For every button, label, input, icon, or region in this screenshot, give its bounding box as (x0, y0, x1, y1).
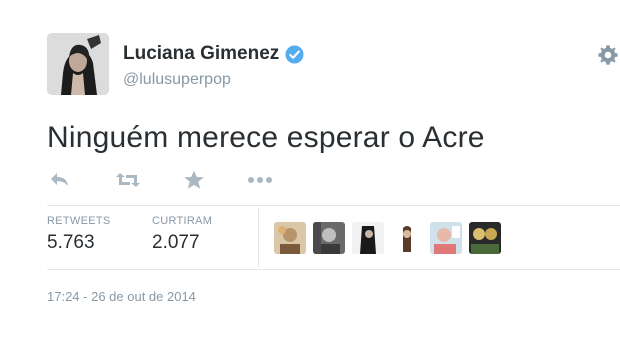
liker-avatar[interactable] (391, 222, 423, 254)
retweets-count: 5.763 (47, 232, 95, 253)
gear-icon[interactable] (597, 44, 619, 66)
reply-button[interactable] (47, 168, 73, 192)
likers-avatars (274, 222, 501, 254)
favorite-star-icon (184, 170, 204, 189)
divider-top (47, 205, 620, 206)
likes-count: 2.077 (152, 232, 200, 253)
liker-avatar[interactable] (430, 222, 462, 254)
retweet-button[interactable] (115, 168, 141, 192)
verified-badge-icon (285, 44, 304, 64)
liker-avatar[interactable] (313, 222, 345, 254)
author-name-row: Luciana Gimenez (123, 43, 304, 65)
author-name[interactable]: Luciana Gimenez (123, 43, 279, 65)
more-options-icon (248, 177, 272, 183)
favorite-button[interactable] (181, 168, 207, 192)
reply-icon (51, 173, 68, 186)
more-options-button[interactable] (247, 168, 273, 192)
retweets-stat[interactable]: RETWEETS 5.763 (47, 215, 111, 254)
stats-separator (258, 207, 259, 267)
author-handle[interactable]: @lulusuperpop (123, 71, 231, 89)
author-avatar[interactable] (47, 33, 109, 95)
liker-avatar[interactable] (352, 222, 384, 254)
tweet-timestamp[interactable]: 17:24 - 26 de out de 2014 (47, 289, 196, 304)
retweets-label: RETWEETS (47, 215, 111, 227)
likes-label: CURTIRAM (152, 215, 213, 227)
retweet-icon (116, 173, 140, 187)
liker-avatar[interactable] (274, 222, 306, 254)
likes-stat[interactable]: CURTIRAM 2.077 (152, 215, 212, 254)
liker-avatar[interactable] (469, 222, 501, 254)
tweet-text: Ninguém merece esperar o Acre (47, 121, 485, 154)
divider-bottom (47, 269, 620, 270)
